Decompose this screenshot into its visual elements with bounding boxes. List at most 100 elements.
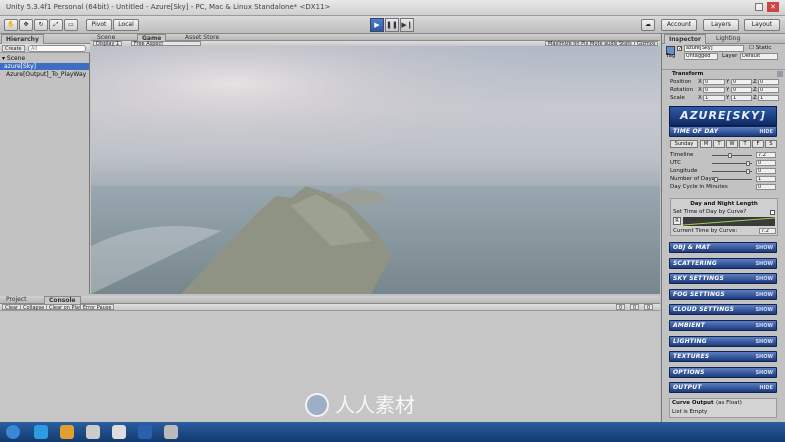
tab-game[interactable]: Game	[137, 34, 167, 42]
slider-track[interactable]	[712, 155, 752, 156]
play-button[interactable]: ▶	[370, 18, 384, 32]
app-icon[interactable]	[34, 425, 48, 439]
scene-render-image	[91, 46, 660, 294]
curve-checkbox[interactable]	[770, 210, 775, 215]
transform-z-field[interactable]: 1	[758, 95, 779, 101]
section-header[interactable]: LIGHTING SHOW	[669, 335, 777, 347]
app-icon[interactable]	[138, 425, 152, 439]
section-header[interactable]: CLOUD SETTINGS SHOW	[669, 304, 777, 316]
app-icon[interactable]	[112, 425, 126, 439]
tab-lighting[interactable]: Lighting	[712, 34, 744, 44]
section-header[interactable]: SCATTERING SHOW	[669, 257, 777, 269]
time-row-value[interactable]: 1	[756, 176, 776, 182]
window-titlebar: Unity 5.3.4f1 Personal (64bit) - Untitle…	[0, 0, 785, 16]
section-time-of-day[interactable]: TIME OF DAY HIDE	[669, 126, 777, 137]
warning-count[interactable]: 0	[630, 304, 640, 311]
hierarchy-search-input[interactable]: All	[28, 45, 86, 52]
day-button[interactable]: T	[739, 140, 751, 148]
time-row-value[interactable]: 7.2	[756, 152, 776, 158]
tab-console[interactable]: Console	[44, 296, 81, 304]
section-header[interactable]: FOG SETTINGS SHOW	[669, 288, 777, 300]
curve-field[interactable]	[683, 217, 775, 226]
game-render-viewport[interactable]	[91, 46, 660, 294]
day-button[interactable]: W	[726, 140, 738, 148]
transform-header[interactable]: Transform	[662, 69, 785, 78]
error-count[interactable]: 0	[644, 304, 654, 311]
pause-button[interactable]: ❚❚	[385, 18, 399, 32]
gear-icon[interactable]	[777, 71, 783, 77]
tag-dropdown[interactable]: Untagged	[684, 53, 718, 60]
unity-icon[interactable]	[86, 425, 100, 439]
static-toggle[interactable]: ☐ Static	[749, 45, 771, 52]
transform-y-field[interactable]: 0	[731, 87, 752, 93]
slider-handle[interactable]	[714, 177, 718, 182]
folder-icon[interactable]	[60, 425, 74, 439]
azure-sky-logo: AZURE[SKY]	[669, 106, 777, 126]
object-name-field[interactable]: azure[Sky]	[684, 45, 744, 52]
transform-x-field[interactable]: 0	[703, 79, 725, 85]
section-header[interactable]: SKY SETTINGS SHOW	[669, 273, 777, 285]
maximize-icon[interactable]	[755, 3, 763, 11]
scene-root[interactable]: ▾ Scene	[2, 55, 25, 62]
slider-track[interactable]	[712, 179, 752, 180]
hierarchy-item-output[interactable]: Azure[Output]_To_PlayWay	[6, 71, 86, 78]
tab-inspector[interactable]: Inspector	[664, 34, 706, 44]
close-icon[interactable]: ✕	[767, 2, 779, 12]
axis-label-x: X	[698, 87, 702, 93]
transform-z-field[interactable]: 0	[758, 87, 779, 93]
start-button-icon[interactable]	[6, 425, 20, 439]
clear-button[interactable]: Clear	[2, 304, 22, 311]
section-header[interactable]: OUTPUT HIDE	[669, 382, 777, 394]
transform-z-field[interactable]: 0	[758, 79, 779, 85]
pivot-button[interactable]: Pivot	[86, 19, 112, 31]
tab-scene[interactable]: Scene	[93, 34, 119, 41]
app-icon[interactable]	[164, 425, 178, 439]
layers-dropdown[interactable]: Layers	[703, 19, 739, 31]
log-count[interactable]: 0	[616, 304, 626, 311]
day-button[interactable]: T	[713, 140, 725, 148]
rotate-tool-icon[interactable]: ↻	[34, 19, 48, 31]
transform-x-field[interactable]: 1	[703, 95, 725, 101]
section-header[interactable]: AMBIENT SHOW	[669, 320, 777, 331]
layer-label: Layer	[722, 53, 738, 59]
transform-label: Transform	[672, 71, 704, 77]
slider-handle[interactable]	[746, 169, 750, 174]
layer-dropdown[interactable]: Default	[740, 53, 778, 60]
day-button[interactable]: S	[765, 140, 777, 148]
day-selector: Sunday M T W T F S	[670, 140, 778, 148]
axis-label-y: Y	[726, 87, 730, 93]
step-button[interactable]: ▶❙	[400, 18, 414, 32]
rect-tool-icon[interactable]: ▭	[64, 19, 78, 31]
transform-x-field[interactable]: 0	[703, 87, 725, 93]
slider-handle[interactable]	[746, 161, 750, 166]
hierarchy-item-azure-sky[interactable]: azure[Sky]	[0, 63, 89, 70]
layout-dropdown[interactable]: Layout	[744, 19, 780, 31]
slider-handle[interactable]	[728, 153, 732, 158]
section-header[interactable]: OBJ & MAT SHOW	[669, 242, 777, 253]
error-pause-button[interactable]: Error Pause	[80, 304, 115, 311]
day-button[interactable]: F	[752, 140, 764, 148]
collapse-button[interactable]: Collapse	[20, 304, 48, 311]
tab-asset-store[interactable]: Asset Store	[181, 34, 223, 41]
curve-reset-icon[interactable]: R	[673, 217, 681, 225]
section-label: TEXTURES	[673, 353, 710, 361]
tab-project[interactable]: Project	[2, 296, 31, 304]
move-tool-icon[interactable]: ✥	[19, 19, 33, 31]
time-row-value[interactable]: 0	[756, 168, 776, 174]
transform-y-field[interactable]: 1	[731, 95, 752, 101]
transform-y-field[interactable]: 0	[731, 79, 752, 85]
create-button[interactable]: Create	[2, 45, 25, 52]
cloud-icon[interactable]: ☁	[641, 19, 655, 31]
section-header[interactable]: OPTIONS SHOW	[669, 366, 777, 378]
day-button-sunday[interactable]: Sunday	[670, 140, 698, 148]
hand-tool-icon[interactable]: ✋	[4, 19, 18, 31]
time-row-value[interactable]: 0	[756, 184, 776, 190]
local-button[interactable]: Local	[113, 19, 139, 31]
time-row-value[interactable]: 0	[756, 160, 776, 166]
section-header[interactable]: TEXTURES SHOW	[669, 351, 777, 363]
tab-hierarchy[interactable]: Hierarchy	[1, 34, 44, 44]
account-dropdown[interactable]: Account	[661, 19, 697, 31]
scale-tool-icon[interactable]: ⤢	[49, 19, 63, 31]
day-button[interactable]: M	[700, 140, 712, 148]
active-checkbox[interactable]: ✓	[677, 46, 682, 52]
